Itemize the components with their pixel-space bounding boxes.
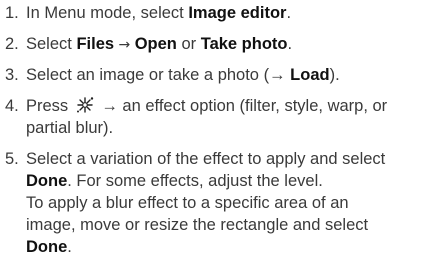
step-5-text-line3: To apply a blur effect to a specific are… (26, 194, 349, 212)
step-number: 3. (5, 66, 19, 84)
step-3-end: ). (329, 66, 340, 84)
done-label: Done (26, 172, 68, 190)
open-label: Open (134, 35, 177, 53)
step-2-text: Select (26, 35, 77, 53)
step-5-text-line1: Select a variation of the effect to appl… (26, 150, 386, 168)
step-1-end: . (286, 4, 292, 22)
or-text: or (176, 35, 201, 53)
files-label: Files (76, 35, 115, 53)
step-text: Select Files → Open or Take photo. (26, 33, 434, 56)
step-4-text-line2: partial blur). (26, 119, 114, 137)
step-5-end: . (67, 238, 72, 256)
load-label: Load (290, 66, 330, 84)
step-4-text-end: → an effect option (filter, style, warp,… (96, 97, 388, 115)
take-photo-label: Take photo (200, 35, 288, 53)
step-1-text: In Menu mode, select (26, 4, 189, 22)
step-text: Press → an effect option (filter, style,… (26, 95, 434, 139)
step-5-text-line2: . For some effects, adjust the level. (67, 172, 323, 190)
step-text: In Menu mode, select Image editor. (26, 2, 434, 24)
step-text: Select a variation of the effect to appl… (26, 148, 434, 258)
step-3-text: Select an image or take a photo (→ (26, 66, 291, 84)
step-text: Select an image or take a photo (→ Load)… (26, 64, 434, 86)
step-number: 4. (5, 97, 19, 115)
step-number: 2. (5, 35, 19, 53)
step-2-end: . (287, 35, 293, 53)
image-editor-label: Image editor (188, 4, 287, 22)
step-number: 1. (5, 4, 19, 22)
done-label: Done (26, 238, 68, 256)
step-4-text: Press (26, 97, 73, 115)
effects-icon (75, 96, 95, 114)
step-number: 5. (5, 150, 19, 168)
step-5-text-line4: image, move or resize the rectangle and … (26, 216, 369, 234)
arrow-right-icon: → (114, 37, 135, 53)
